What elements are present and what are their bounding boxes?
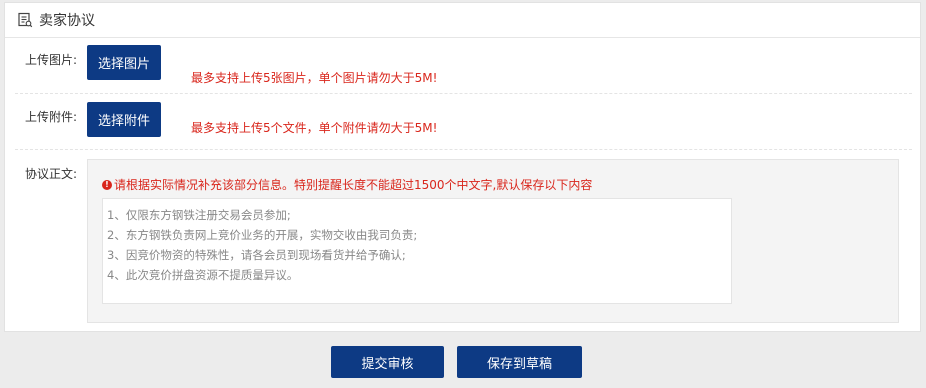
page-title: 卖家协议 bbox=[39, 13, 95, 29]
divider bbox=[15, 93, 912, 94]
seller-agreement-panel: 卖家协议 上传图片: 选择图片 最多支持上传5张图片，单个图片请勿大于5M! 上… bbox=[4, 2, 921, 332]
choose-attachment-button[interactable]: 选择附件 bbox=[87, 102, 161, 137]
choose-image-button[interactable]: 选择图片 bbox=[87, 45, 161, 80]
save-draft-button[interactable]: 保存到草稿 bbox=[457, 346, 582, 378]
agreement-content-textarea[interactable] bbox=[102, 198, 732, 304]
exclamation-circle-icon: ! bbox=[102, 179, 112, 190]
agreement-body-label: 协议正文: bbox=[24, 167, 77, 181]
upload-attachment-label: 上传附件: bbox=[24, 110, 77, 124]
upload-attachment-hint: 最多支持上传5个文件，单个附件请勿大于5M! bbox=[191, 121, 438, 135]
agreement-warning: ! 请根据实际情况补充该部分信息。特别提醒长度不能超过1500个中文字,默认保存… bbox=[102, 176, 592, 193]
agreement-warning-text: 请根据实际情况补充该部分信息。特别提醒长度不能超过1500个中文字,默认保存以下… bbox=[114, 178, 593, 192]
panel-header: 卖家协议 bbox=[5, 3, 920, 38]
upload-image-label: 上传图片: bbox=[24, 53, 77, 67]
upload-image-hint: 最多支持上传5张图片，单个图片请勿大于5M! bbox=[191, 71, 438, 85]
document-list-icon bbox=[17, 12, 33, 28]
submit-review-button[interactable]: 提交审核 bbox=[331, 346, 444, 378]
divider bbox=[15, 149, 912, 150]
agreement-body-box: ! 请根据实际情况补充该部分信息。特别提醒长度不能超过1500个中文字,默认保存… bbox=[87, 159, 899, 323]
